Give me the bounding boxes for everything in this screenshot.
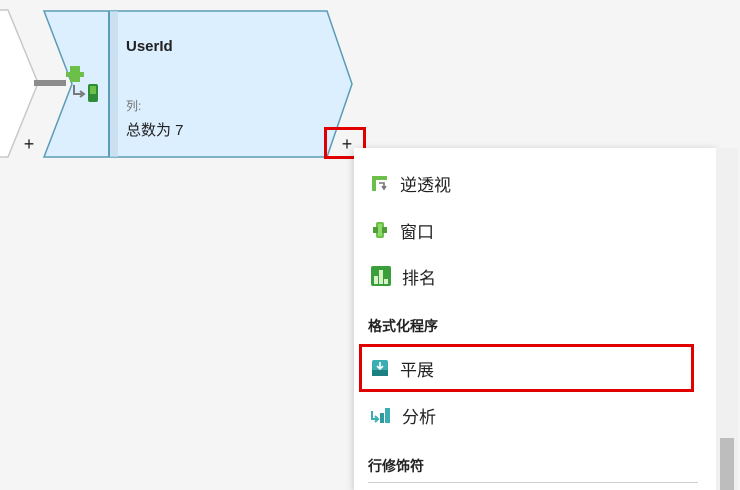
node-connector (34, 80, 66, 86)
menu-item-rank[interactable]: 排名 (354, 257, 716, 295)
node-columns-label: 列: (126, 99, 142, 113)
menu-item-parse[interactable]: 分析 (354, 396, 716, 434)
window-icon (370, 220, 390, 240)
menu-item-label: 逆透视 (400, 175, 451, 195)
menu-divider (368, 482, 698, 483)
section-row-modifiers: 行修饰符 (368, 458, 424, 474)
highlight-flatten (359, 344, 694, 392)
section-formatters: 格式化程序 (368, 318, 438, 334)
previous-node-add-button[interactable]: + (18, 133, 40, 155)
parse-icon (370, 405, 392, 425)
node-divider-shadow (110, 11, 118, 157)
window-transform-icon (64, 64, 104, 106)
menu-item-unpivot[interactable]: 逆透视 (354, 164, 716, 202)
node-title: UserId (126, 38, 173, 55)
menu-item-label: 分析 (402, 407, 436, 427)
unpivot-icon (370, 173, 390, 193)
rank-icon (370, 265, 392, 287)
menu-item-window[interactable]: 窗口 (354, 211, 716, 249)
menu-scrollbar-thumb[interactable] (720, 438, 734, 490)
node-columns-summary: 总数为 7 (126, 122, 184, 139)
menu-item-label: 窗口 (400, 222, 434, 242)
data-flow-canvas: UserId 列: 总数为 7 + + 逆透视 窗口 排名 格式化程序 平展 分… (0, 0, 740, 490)
node-divider (108, 11, 110, 157)
menu-item-label: 排名 (402, 268, 436, 288)
transformation-menu: 逆透视 窗口 排名 格式化程序 平展 分析 行修饰符 (354, 148, 716, 490)
